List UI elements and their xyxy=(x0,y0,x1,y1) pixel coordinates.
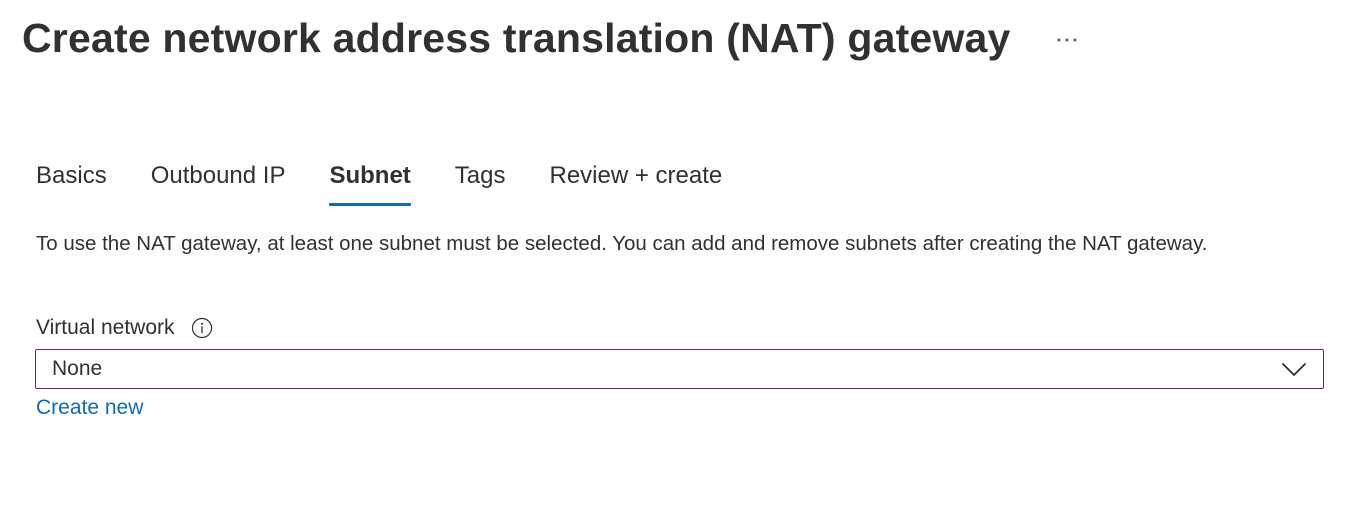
tab-basics[interactable]: Basics xyxy=(36,158,107,206)
virtual-network-label-row: Virtual network xyxy=(36,313,213,343)
tab-subnet[interactable]: Subnet xyxy=(329,158,412,206)
page-title: Create network address translation (NAT)… xyxy=(22,15,1011,61)
info-icon[interactable] xyxy=(191,317,213,339)
tab-review-create[interactable]: Review + create xyxy=(549,158,722,206)
virtual-network-select[interactable]: None xyxy=(35,349,1324,389)
create-nat-gateway-page: Create network address translation (NAT)… xyxy=(0,0,1359,509)
ellipsis-icon xyxy=(1056,30,1078,48)
page-header: Create network address translation (NAT)… xyxy=(22,10,1083,66)
virtual-network-label: Virtual network xyxy=(36,316,175,339)
virtual-network-selected-value: None xyxy=(52,357,103,380)
tab-tags[interactable]: Tags xyxy=(455,158,506,206)
chevron-down-icon xyxy=(1281,361,1307,377)
more-options-button[interactable] xyxy=(1051,23,1083,55)
wizard-tabs: Basics Outbound IP Subnet Tags Review + … xyxy=(36,158,766,206)
subnet-description: To use the NAT gateway, at least one sub… xyxy=(36,232,1208,255)
tab-outbound-ip[interactable]: Outbound IP xyxy=(151,158,286,206)
create-new-link[interactable]: Create new xyxy=(36,393,143,423)
